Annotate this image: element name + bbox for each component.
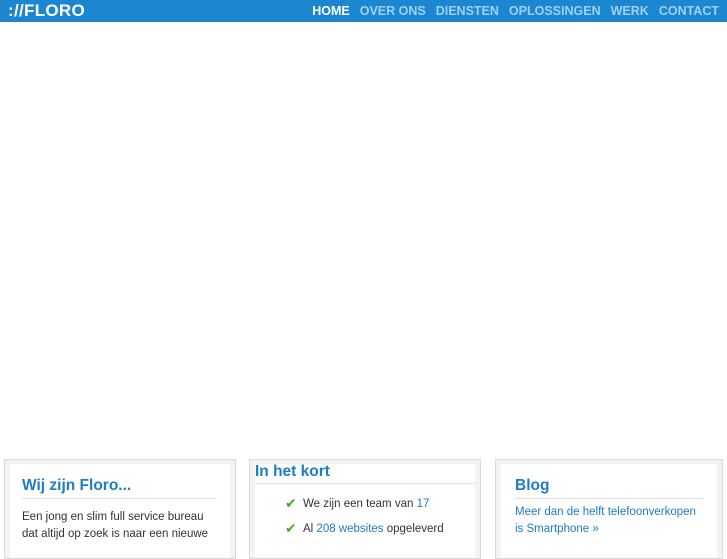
summary-panel-inner: In het kort ✔ We zijn een team van 17 ✔ … — [255, 463, 475, 558]
nav-item-over-ons[interactable]: OVER ONS — [360, 0, 426, 22]
nav-item-home[interactable]: HOME — [312, 0, 350, 22]
summary-title: In het kort — [255, 463, 330, 480]
summary-item-text: We zijn een team van 17 — [303, 496, 429, 512]
nav-item-diensten[interactable]: DIENSTEN — [436, 0, 499, 22]
summary-list: ✔ We zijn een team van 17 ✔ Al 208 websi… — [285, 496, 444, 546]
about-panel-inner: Wij zijn Floro... Een jong en slim full … — [10, 464, 230, 558]
main-nav: HOME OVER ONS DIENSTEN OPLOSSINGEN WERK … — [312, 0, 719, 22]
summary-item-text: Al 208 websites opgeleverd — [303, 521, 444, 537]
nav-item-werk[interactable]: WERK — [611, 0, 649, 22]
summary-item-prefix: We zijn een team van — [303, 498, 417, 510]
summary-item-suffix: opgeleverd — [383, 523, 444, 535]
nav-item-oplossingen[interactable]: OPLOSSINGEN — [509, 0, 601, 22]
list-item: ✔ Al 208 websites opgeleverd — [285, 521, 444, 546]
nav-item-contact[interactable]: CONTACT — [659, 0, 719, 22]
check-icon: ✔ — [285, 495, 297, 511]
blog-divider — [515, 498, 703, 499]
floro-logo[interactable]: ://FLORO — [8, 1, 85, 21]
blog-panel-inner: Blog Meer dan de helft telefoonverkopen … — [501, 464, 717, 558]
summary-item-highlight[interactable]: 17 — [417, 498, 430, 510]
about-title: Wij zijn Floro... — [22, 477, 132, 494]
about-panel: Wij zijn Floro... Een jong en slim full … — [4, 459, 236, 559]
check-icon: ✔ — [285, 520, 297, 536]
summary-panel: In het kort ✔ We zijn een team van 17 ✔ … — [249, 459, 481, 559]
blog-post-link[interactable]: Meer dan de helft telefoonverkopen is Sm… — [515, 504, 703, 538]
top-navigation-bar: ://FLORO HOME OVER ONS DIENSTEN OPLOSSIN… — [0, 0, 727, 22]
blog-title: Blog — [515, 477, 550, 494]
about-divider — [22, 498, 217, 499]
summary-item-highlight[interactable]: 208 websites — [316, 523, 383, 535]
blog-panel: Blog Meer dan de helft telefoonverkopen … — [495, 459, 723, 559]
summary-item-prefix: Al — [303, 523, 317, 535]
list-item: ✔ We zijn een team van 17 — [285, 496, 444, 521]
about-body-text: Een jong en slim full service bureau dat… — [22, 511, 209, 540]
summary-divider — [255, 483, 475, 484]
